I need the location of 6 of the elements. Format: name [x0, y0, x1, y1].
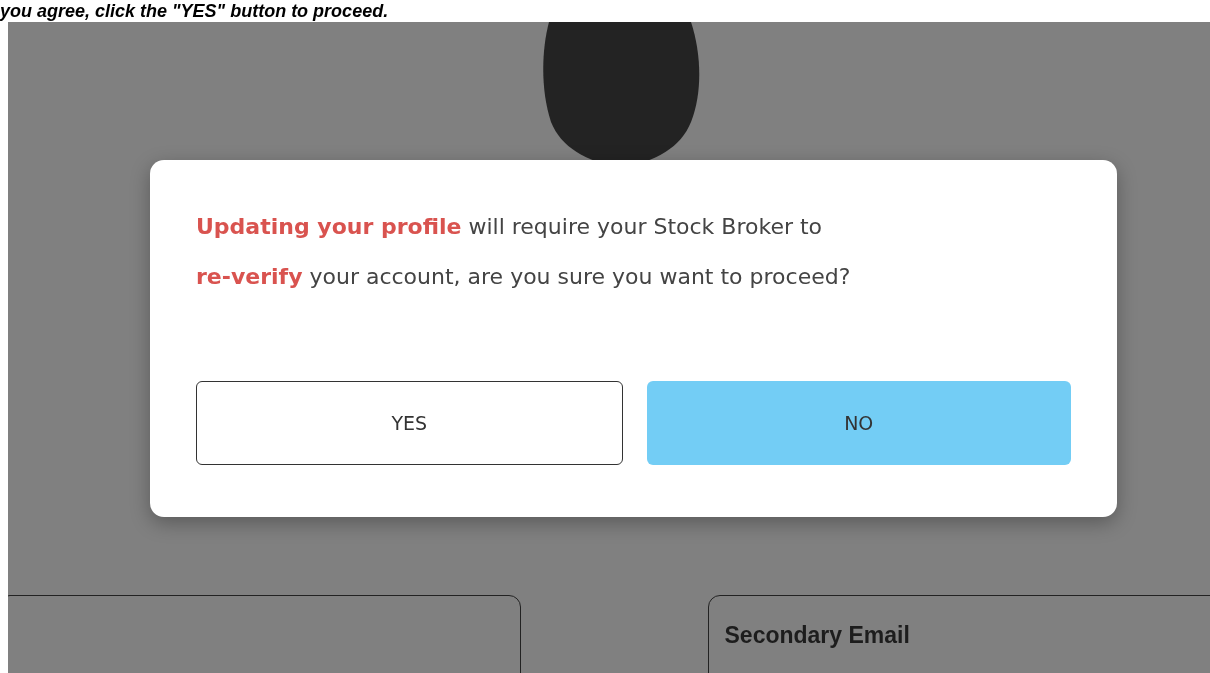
- dialog-message: re-verify your account, are you sure you want to proceed?: [196, 263, 852, 291]
- instruction-caption: you agree, click the "YES" button to proceed.: [0, 1, 389, 21]
- dialog-message: Updating your profile will require your Stock Broker to: [196, 213, 824, 241]
- no-button[interactable]: NO: [646, 381, 1071, 465]
- field-label: Secondary Email: [724, 622, 910, 648]
- yes-button[interactable]: YES: [196, 381, 623, 465]
